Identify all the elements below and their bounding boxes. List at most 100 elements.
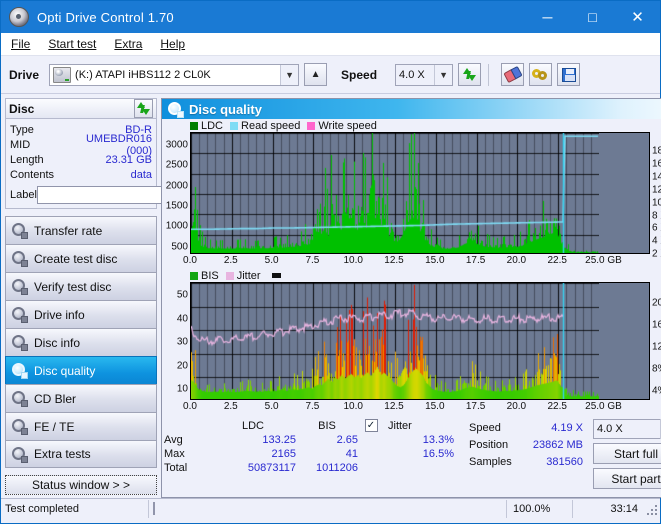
legend-swatch-bis [190, 271, 198, 280]
legend-swatch-read-speed [230, 121, 239, 130]
stats-row-speed: Speed 4.19 X [469, 419, 589, 436]
axis-tick: 16% [652, 319, 661, 331]
sidebar-nav: Transfer rate Create test disc Verify te… [5, 216, 157, 468]
legend-swatch-ldc [190, 121, 198, 130]
disc-contents-key: Contents [10, 168, 55, 181]
refresh-button[interactable] [458, 63, 482, 86]
ldc-chart: LDC Read speed Write speed 3000 2500 2000 1… [164, 119, 661, 269]
sidebar-item-transfer-rate[interactable]: Transfer rate [5, 216, 157, 244]
disc-mid-key: MID [10, 138, 31, 151]
speed-select[interactable]: 4.0 X ▼ [395, 63, 454, 86]
axis-tick: 4% [652, 385, 661, 397]
axis-tick: 6 X [652, 222, 661, 234]
menu-item-extra[interactable]: Extra [114, 37, 142, 51]
axis-tick: 7.5 [305, 401, 320, 412]
maximize-icon[interactable]: □ [570, 1, 615, 33]
stats-max-ldc: 2165 [271, 448, 296, 460]
close-icon[interactable]: ✕ [615, 1, 660, 33]
start-part-button[interactable]: Start part [593, 468, 661, 489]
panel-header: Disc quality [162, 99, 661, 119]
elapsed-time: 33:14 [572, 499, 644, 518]
stats-position-value: 23862 MB [532, 438, 583, 451]
drive-select[interactable]: (K:) ATAPI iHBS112 2 CL0K ▼ [49, 63, 300, 86]
stats-samples-key: Samples [469, 455, 512, 468]
menu-item-file[interactable]: File [11, 37, 30, 51]
window-title: Opti Drive Control 1.70 [37, 9, 174, 25]
axis-tick: 1000 [165, 220, 188, 232]
bis-jitter-chart: BIS Jitter 50 40 30 20 10 20 16 12 8 4 0… [164, 269, 661, 415]
cd-icon [12, 335, 28, 351]
axis-tick: 5.0 [264, 401, 279, 412]
cd-icon [12, 307, 28, 323]
chain-icon [532, 68, 549, 81]
stats-row-label-max: Max [164, 448, 185, 460]
sidebar-item-fe-te[interactable]: FE / TE [5, 412, 157, 440]
axis-tick: 4 X [652, 235, 661, 247]
axis-tick: 17.5 [465, 255, 486, 266]
resize-grip-icon[interactable] [644, 502, 658, 516]
eject-button[interactable]: ▲ [304, 63, 328, 86]
menu-item-start-test[interactable]: Start test [48, 37, 96, 51]
page-title: Disc quality [189, 101, 262, 117]
disc-length-value: 23.31 GB [105, 153, 152, 166]
menu-bar: File Start test Extra Help [1, 33, 660, 56]
disc-row-contents: Contents data [10, 167, 152, 182]
sidebar-item-disc-quality[interactable]: Disc quality [5, 356, 157, 384]
charts-area: LDC Read speed Write speed 3000 2500 2000 1… [162, 119, 661, 415]
status-message: Test completed [1, 499, 149, 518]
sidebar-item-verify-test-disc[interactable]: Verify test disc [5, 272, 157, 300]
sidebar-item-cd-bler[interactable]: CD Bler [5, 384, 157, 412]
sidebar-item-extra-tests[interactable]: Extra tests [5, 440, 157, 468]
legend-label-jitter: Jitter [236, 269, 261, 282]
sidebar-item-label: Create test disc [34, 251, 118, 266]
progress-track [153, 502, 155, 515]
axis-tick: 15.0 [425, 401, 445, 412]
chain-button[interactable] [529, 63, 553, 86]
sidebar-item-create-test-disc[interactable]: Create test disc [5, 244, 157, 272]
axis-tick: 20.0 [506, 401, 527, 412]
sidebar-item-drive-info[interactable]: Drive info [5, 300, 157, 328]
legend-marker-black [268, 273, 284, 278]
cd-icon [12, 391, 28, 407]
axis-tick: 12.5 [384, 255, 404, 266]
cd-icon [12, 363, 28, 379]
disc-quality-panel: Disc quality LDC Read speed Write speed … [161, 98, 661, 498]
stats-position-key: Position [469, 438, 509, 451]
legend-item-ldc: LDC [190, 120, 223, 132]
progress-percent: 100.0% [506, 499, 572, 518]
disc-contents-value: data [130, 168, 152, 181]
axis-tick: 2000 [165, 180, 188, 192]
legend-label-write-speed: Write speed [318, 119, 377, 132]
stats-right: Speed 4.19 X Position 23862 MB Samples 3… [469, 419, 661, 497]
legend-item-bis: BIS [190, 270, 219, 282]
stats-row-samples: Samples 381560 [469, 453, 589, 470]
save-icon [561, 67, 576, 82]
app-window: Opti Drive Control 1.70 ─ □ ✕ File Start… [0, 0, 661, 524]
status-window-button[interactable]: Status window > > [5, 475, 157, 495]
disc-refresh-button[interactable] [134, 99, 153, 118]
legend-item-write-speed: Write speed [307, 120, 377, 132]
minimize-icon[interactable]: ─ [525, 1, 570, 33]
axis-tick: 17.5 [465, 401, 486, 412]
axis-tick: 12.5 [384, 401, 404, 412]
axis-tick: 50 [176, 289, 188, 301]
jitter-checkbox[interactable]: ✓ [358, 419, 384, 432]
menu-item-help[interactable]: Help [160, 37, 185, 51]
bis-plot [190, 282, 650, 400]
sidebar-item-label: Transfer rate [34, 223, 103, 238]
legend-item-read-speed: Read speed [230, 120, 300, 132]
start-full-button[interactable]: Start full [593, 443, 661, 464]
sidebar: Disc Type BD-R MID UMEBDR016 (000) Lengt… [1, 94, 241, 498]
sidebar-item-disc-info[interactable]: Disc info [5, 328, 157, 356]
app-disc-icon [9, 7, 29, 27]
stats-total-bis: 1011206 [315, 462, 358, 474]
stats-max-bis: 41 [345, 448, 358, 460]
axis-tick: 40 [176, 313, 188, 325]
speed-label: Speed [341, 67, 378, 82]
stats-samples-value: 381560 [546, 455, 583, 468]
test-speed-select[interactable]: 4.0 X ▼ [593, 419, 661, 439]
axis-tick: 14 X [652, 171, 661, 183]
save-button[interactable] [557, 63, 581, 86]
sidebar-item-label: Disc info [34, 335, 81, 350]
erase-button[interactable] [501, 63, 525, 86]
